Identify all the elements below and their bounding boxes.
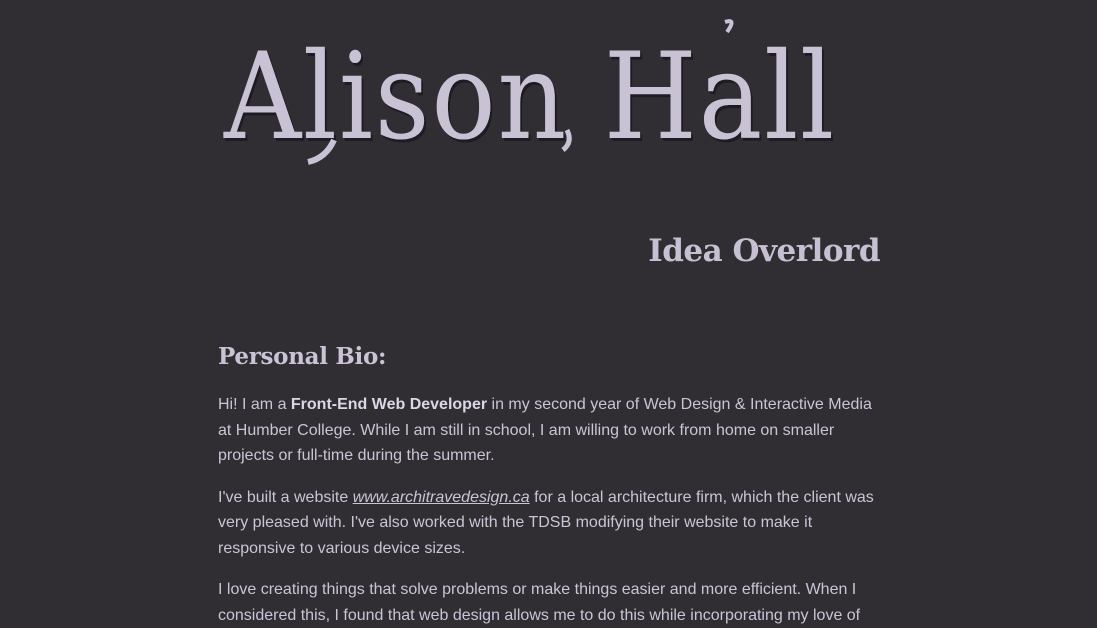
bio-paragraph-1: Hi! I am a Front-End Web Developer in my…	[218, 392, 888, 469]
bio-paragraph-3: I love creating things that solve proble…	[218, 581, 861, 624]
bio-p2-text: I've built a website	[218, 488, 353, 506]
logo-name: Alison Hall	[223, 28, 836, 167]
tagline: Idea Overlord	[648, 233, 880, 269]
logo-graphic: Alison Hall	[223, 19, 836, 167]
personal-bio-section: Personal Bio: Hi! I am a Front-End Web D…	[218, 343, 888, 628]
page: Alison Hall Idea Overlord Personal Bio: …	[0, 0, 1097, 628]
bio-p1-text: Hi! I am a	[218, 396, 291, 413]
site-logo: Alison Hall	[222, 18, 842, 178]
bio-heading: Personal Bio:	[218, 343, 387, 370]
bio-paragraph-2: I've built a website www.architravedesig…	[218, 485, 888, 562]
bio-p1-highlight: Front-End Web Developer	[290, 396, 488, 413]
architrave-website-link[interactable]: www.architravedesign.ca	[353, 489, 530, 506]
